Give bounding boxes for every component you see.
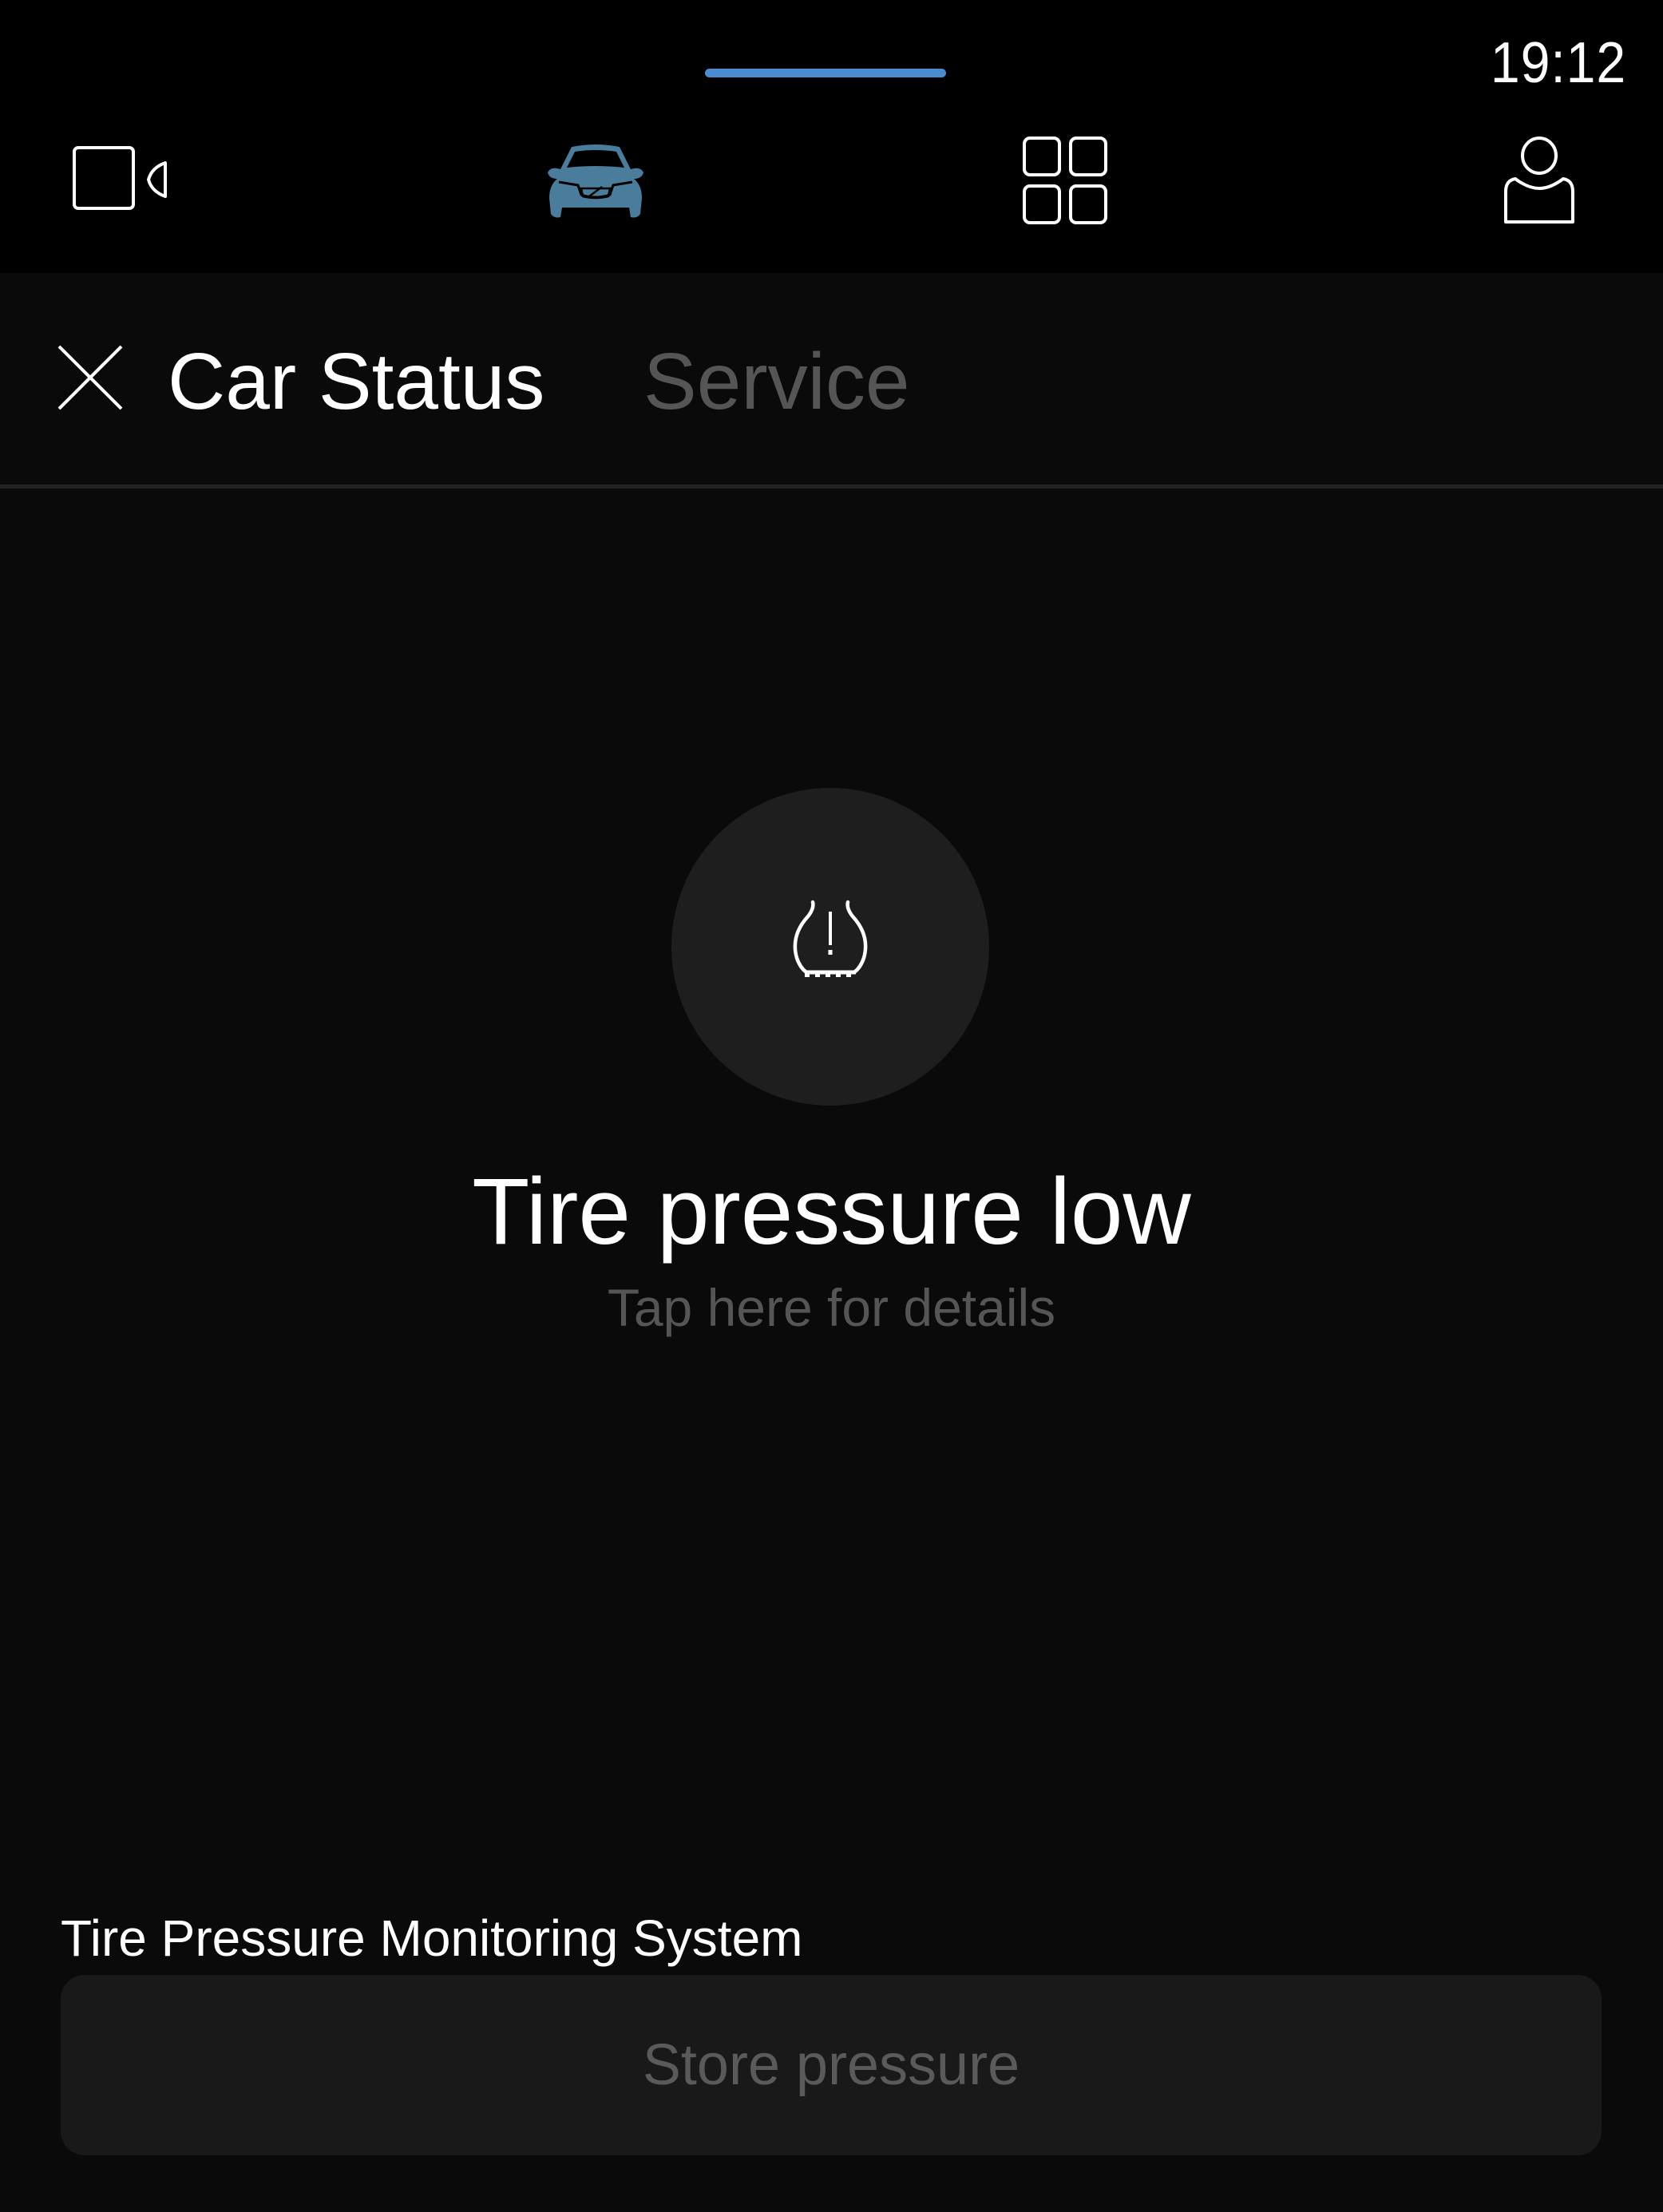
nav-car-button[interactable] — [543, 142, 648, 219]
tpms-section-label: Tire Pressure Monitoring System — [61, 1909, 803, 1967]
nav-apps-button[interactable] — [1022, 136, 1111, 225]
header-divider — [0, 485, 1663, 489]
user-profile-icon — [1501, 136, 1578, 225]
nav-camera-button[interactable] — [72, 144, 177, 211]
app-grid-icon — [1022, 136, 1111, 225]
drag-handle[interactable] — [705, 69, 946, 77]
nav-profile-button[interactable] — [1501, 136, 1578, 225]
car-front-icon — [543, 142, 648, 219]
status-details-link[interactable]: Tap here for details — [0, 1276, 1663, 1339]
status-title[interactable]: Tire pressure low — [0, 1156, 1663, 1268]
video-camera-icon — [72, 144, 177, 211]
close-icon — [56, 345, 125, 415]
tire-pressure-status-button[interactable] — [671, 788, 989, 1106]
tab-service[interactable]: Service — [643, 334, 909, 429]
top-navigation-bar: 19:12 — [0, 0, 1663, 273]
close-button[interactable] — [56, 343, 125, 412]
clock: 19:12 — [1490, 31, 1626, 95]
tab-car-status[interactable]: Car Status — [168, 334, 544, 429]
store-pressure-button[interactable]: Store pressure — [61, 1975, 1602, 2155]
